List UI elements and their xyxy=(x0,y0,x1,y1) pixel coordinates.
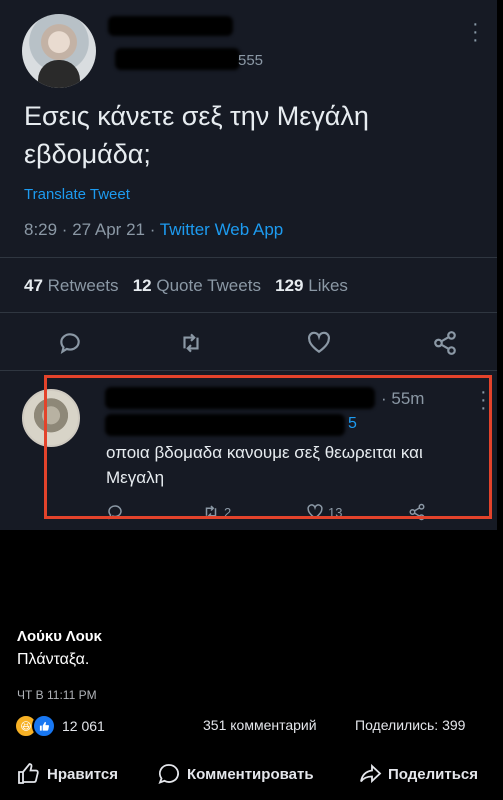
redacted-name xyxy=(108,16,233,36)
post-author[interactable]: Λούκυ Λουκ xyxy=(17,628,102,645)
likes-count: 129 xyxy=(275,276,304,295)
tweet-author-avatar xyxy=(22,14,96,88)
post-text: Πλάνταξα. xyxy=(17,651,90,668)
tweet-text: Εσεις κάνετε σεξ την Μεγάλη εβδομάδα; xyxy=(24,101,369,169)
tweet-timestamp: 8:29 · 27 Apr 21 · xyxy=(24,220,160,239)
retweets-count: 47 xyxy=(24,276,43,295)
reply-icon[interactable] xyxy=(57,330,83,356)
divider xyxy=(0,312,497,313)
tweet-handle-fragment: 555 xyxy=(238,52,264,69)
like-button-label: Нравится xyxy=(47,765,119,783)
quotes-count: 12 xyxy=(132,276,152,295)
share-icon[interactable] xyxy=(432,330,458,356)
thumbs-up-icon xyxy=(18,763,39,784)
translate-tweet-link[interactable]: Translate Tweet xyxy=(24,186,130,203)
comment-bubble-icon xyxy=(158,764,180,785)
like-reaction-icon xyxy=(32,714,56,738)
tweet-source[interactable]: Twitter Web App xyxy=(160,220,283,239)
tweet-meta: 8:29 · 27 Apr 21 · Twitter Web App xyxy=(24,220,283,240)
retweets-label[interactable]: Retweets xyxy=(48,276,119,295)
likes-label[interactable]: Likes xyxy=(308,276,348,295)
share-button[interactable]: Поделиться xyxy=(358,762,478,786)
divider xyxy=(0,370,497,371)
comment-button[interactable]: Комментировать xyxy=(157,762,314,786)
retweet-icon[interactable] xyxy=(178,330,204,356)
more-options-icon[interactable]: · · · xyxy=(472,14,479,50)
redacted-handle xyxy=(115,48,240,70)
quotes-label[interactable]: Quote Tweets xyxy=(156,276,261,295)
shares-count[interactable]: Поделились: 399 xyxy=(355,717,465,733)
divider xyxy=(0,257,497,258)
like-icon[interactable] xyxy=(306,330,332,356)
reactions-summary[interactable]: 😆 12 061 xyxy=(14,714,105,738)
tweet-screenshot: 555 · · · Εσεις κάνετε σεξ την Μεγάλη εβδο… xyxy=(0,0,497,530)
comments-count[interactable]: 351 комментарий xyxy=(203,717,317,733)
comment-button-label: Комментировать xyxy=(187,765,314,783)
highlight-box xyxy=(44,375,492,519)
share-arrow-icon xyxy=(360,763,382,784)
post-timestamp[interactable]: ЧТ В 11:11 PM xyxy=(17,688,97,702)
reactions-count: 12 061 xyxy=(62,718,105,734)
like-button[interactable]: Нравится xyxy=(17,762,118,786)
share-button-label: Поделиться xyxy=(388,765,479,783)
tweet-stats: 47 Retweets 12 Quote Tweets 129 Likes xyxy=(24,276,348,296)
